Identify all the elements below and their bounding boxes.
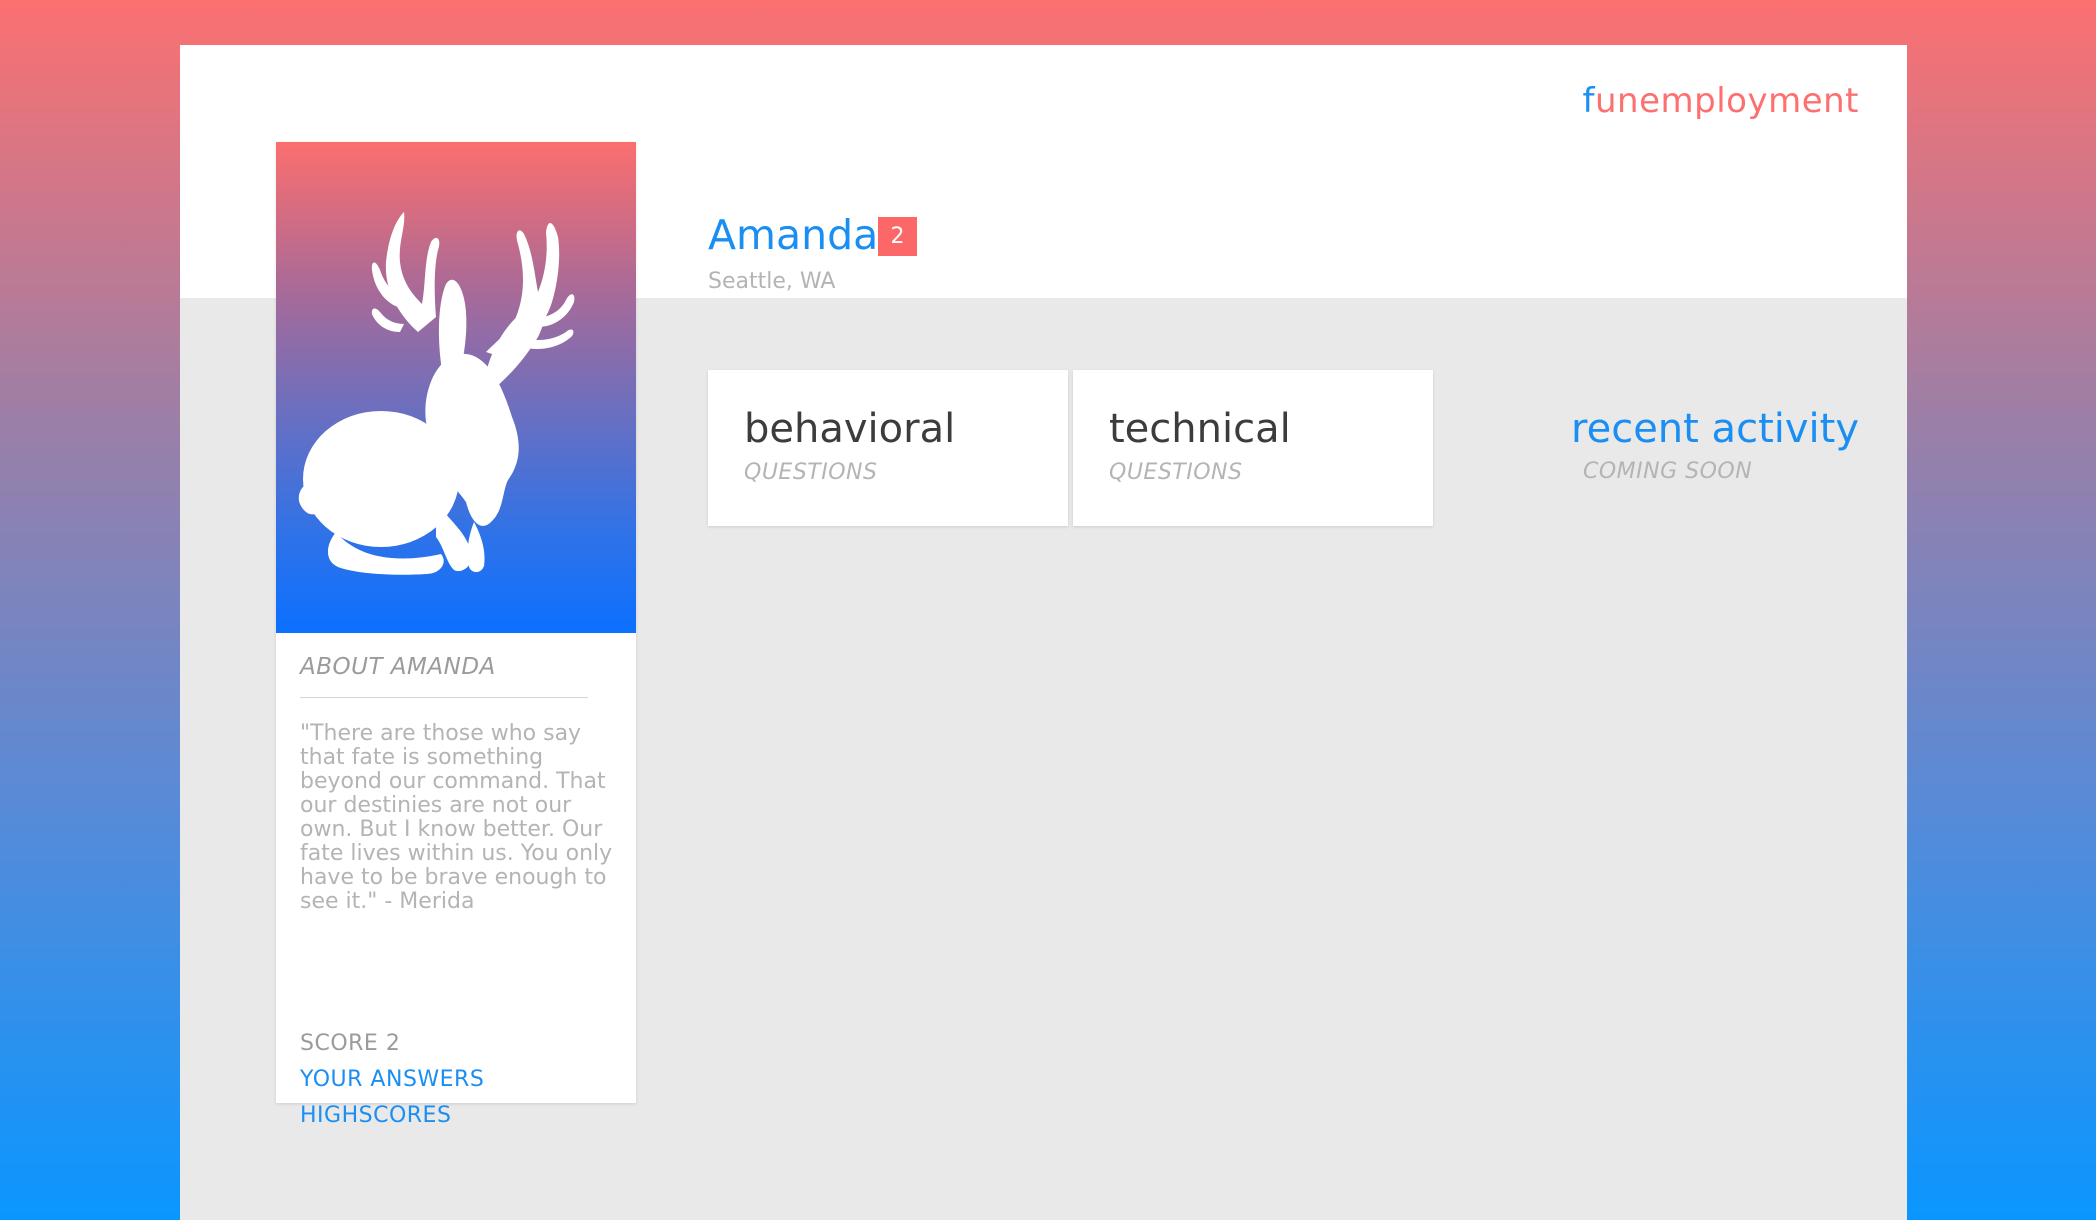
card-title: behavioral bbox=[744, 406, 956, 452]
about-heading: ABOUT AMANDA bbox=[300, 654, 496, 680]
avatar bbox=[276, 142, 636, 633]
highscores-link[interactable]: HIGHSCORES bbox=[300, 1103, 451, 1128]
card-title: technical bbox=[1109, 406, 1291, 452]
page-container: funemployment ABOUT AMANDA "There are th… bbox=[180, 45, 1907, 1220]
recent-activity-title: recent activity bbox=[1571, 406, 1859, 452]
user-location: Seattle, WA bbox=[708, 269, 836, 294]
brand-logo[interactable]: funemployment bbox=[1583, 81, 1860, 121]
behavioral-questions-card[interactable]: behavioral QUESTIONS bbox=[708, 370, 1068, 526]
brand-logo-first-letter: f bbox=[1582, 81, 1595, 121]
about-divider bbox=[300, 697, 588, 698]
jackalope-icon bbox=[298, 212, 575, 575]
recent-activity-subtitle: COMING SOON bbox=[1583, 459, 1753, 484]
your-answers-link[interactable]: YOUR ANSWERS bbox=[300, 1067, 484, 1092]
user-name: Amanda bbox=[708, 211, 879, 259]
brand-logo-rest: unemployment bbox=[1594, 81, 1859, 121]
card-subtitle: QUESTIONS bbox=[1109, 460, 1243, 485]
technical-questions-card[interactable]: technical QUESTIONS bbox=[1073, 370, 1433, 526]
about-quote: "There are those who say that fate is so… bbox=[300, 721, 613, 914]
score-badge: 2 bbox=[878, 217, 917, 256]
card-subtitle: QUESTIONS bbox=[744, 460, 878, 485]
profile-card: ABOUT AMANDA "There are those who say th… bbox=[276, 142, 636, 1128]
score-label: SCORE 2 bbox=[300, 1031, 401, 1056]
